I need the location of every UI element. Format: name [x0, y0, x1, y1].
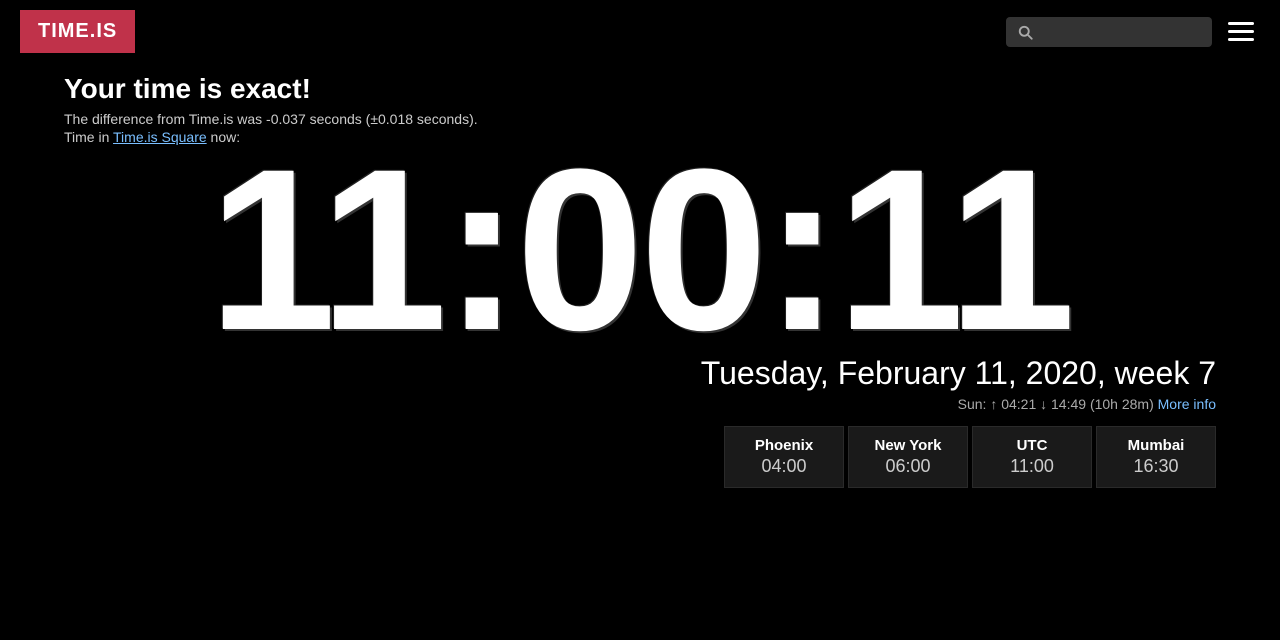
- header-right: [1006, 16, 1260, 47]
- search-icon: [1016, 23, 1034, 41]
- search-input[interactable]: [1042, 24, 1202, 40]
- city-clock-mumbai[interactable]: Mumbai 16:30: [1096, 426, 1216, 488]
- search-box: [1006, 17, 1212, 47]
- city-time: 04:00: [745, 456, 823, 477]
- hamburger-line-1: [1228, 22, 1254, 25]
- clock-display: 11:00:11: [208, 135, 1071, 365]
- more-info-link[interactable]: More info: [1158, 396, 1216, 412]
- world-clocks: Phoenix 04:00 New York 06:00 UTC 11:00 M…: [0, 426, 1280, 488]
- location-prefix: Time in: [64, 129, 113, 145]
- location-link[interactable]: Time.is Square: [113, 129, 207, 145]
- hamburger-line-2: [1228, 30, 1254, 33]
- city-time: 11:00: [993, 456, 1071, 477]
- city-clock-phoenix[interactable]: Phoenix 04:00: [724, 426, 844, 488]
- accuracy-title: Your time is exact!: [64, 73, 1216, 105]
- city-time: 16:30: [1117, 456, 1195, 477]
- sun-info-text: Sun: ↑ 04:21 ↓ 14:49 (10h 28m): [958, 396, 1158, 412]
- city-name: UTC: [993, 437, 1071, 454]
- logo[interactable]: TIME.IS: [20, 10, 135, 53]
- sun-info: Sun: ↑ 04:21 ↓ 14:49 (10h 28m) More info: [0, 396, 1216, 412]
- city-name: New York: [869, 437, 947, 454]
- clock-container: 11:00:11: [0, 135, 1280, 365]
- city-clock-new-york[interactable]: New York 06:00: [848, 426, 968, 488]
- city-name: Phoenix: [745, 437, 823, 454]
- city-time: 06:00: [869, 456, 947, 477]
- city-name: Mumbai: [1117, 437, 1195, 454]
- hamburger-line-3: [1228, 38, 1254, 41]
- menu-button[interactable]: [1222, 16, 1260, 47]
- header: TIME.IS: [0, 0, 1280, 63]
- city-clock-utc[interactable]: UTC 11:00: [972, 426, 1092, 488]
